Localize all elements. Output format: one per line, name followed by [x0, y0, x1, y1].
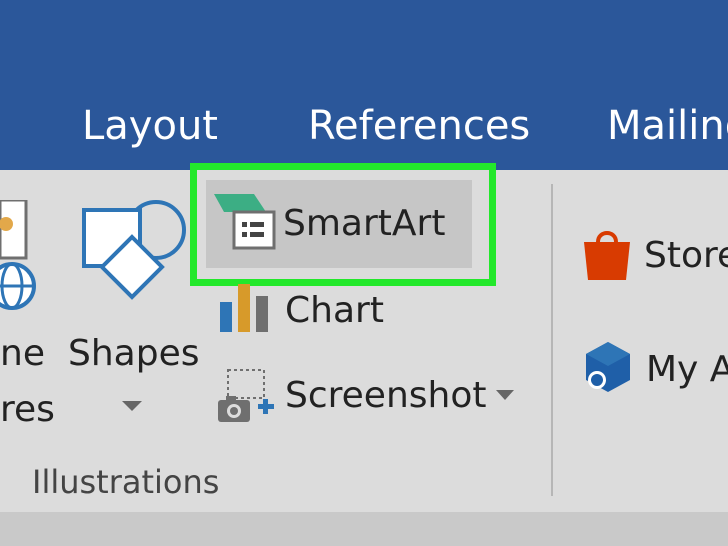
shapes-icon [82, 200, 186, 300]
shapes-label: Shapes [68, 333, 200, 374]
online-pictures-label-line2: res [0, 389, 55, 430]
tab-layout[interactable]: Layout [82, 100, 218, 152]
chart-label: Chart [285, 290, 384, 331]
chart-icon [220, 284, 268, 332]
my-addins-icon [586, 342, 630, 392]
illustrations-group-label: Illustrations [32, 463, 220, 501]
online-pictures-label-line1: ne [0, 333, 45, 374]
online-pictures-icon [0, 200, 36, 310]
dropdown-arrow-icon [122, 401, 142, 411]
my-addins-label: My A [646, 349, 728, 390]
store-icon [584, 231, 630, 280]
ribbon-tab-bar: Layout References Mailing [0, 0, 728, 170]
dropdown-arrow-icon [496, 390, 514, 400]
ribbon-bottom-strip [0, 512, 728, 546]
tab-references[interactable]: References [308, 100, 530, 152]
screenshot-label: Screenshot [285, 375, 487, 416]
store-label: Store [644, 235, 728, 276]
group-separator [551, 184, 553, 496]
smartart-label: SmartArt [283, 203, 446, 244]
smartart-icon [214, 194, 276, 250]
tab-mailings[interactable]: Mailing [607, 100, 728, 152]
screenshot-icon [218, 369, 274, 422]
